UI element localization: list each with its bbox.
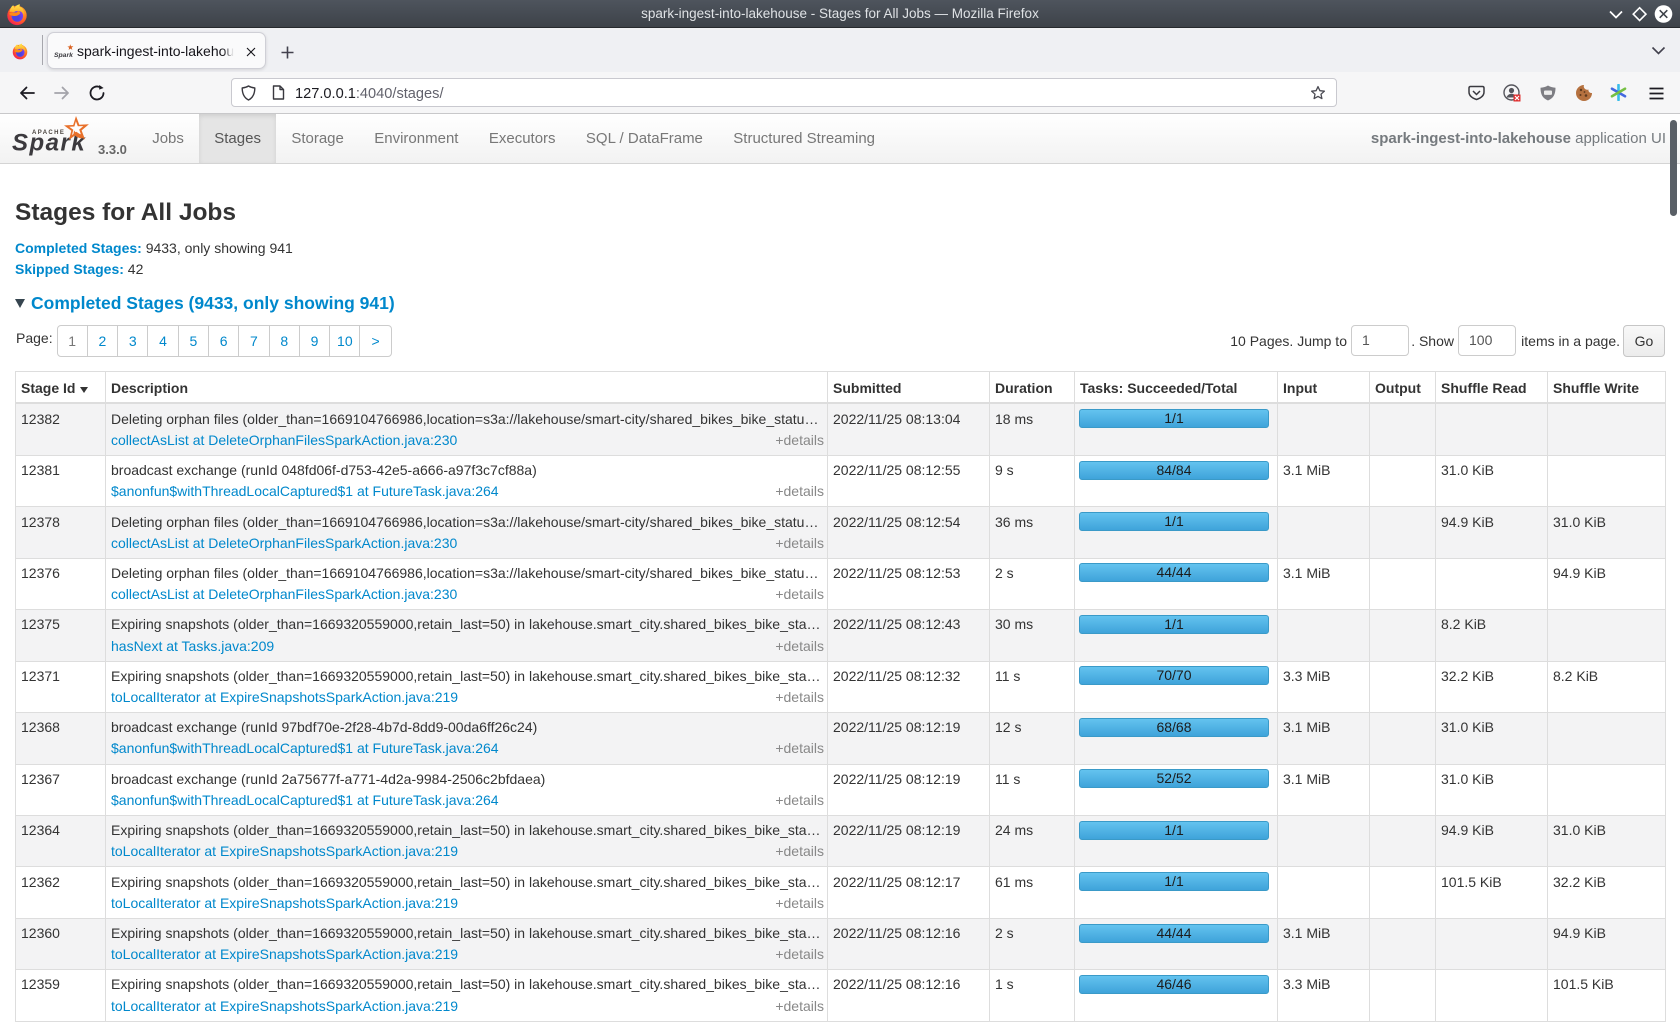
svg-text:Spark: Spark <box>54 52 74 59</box>
